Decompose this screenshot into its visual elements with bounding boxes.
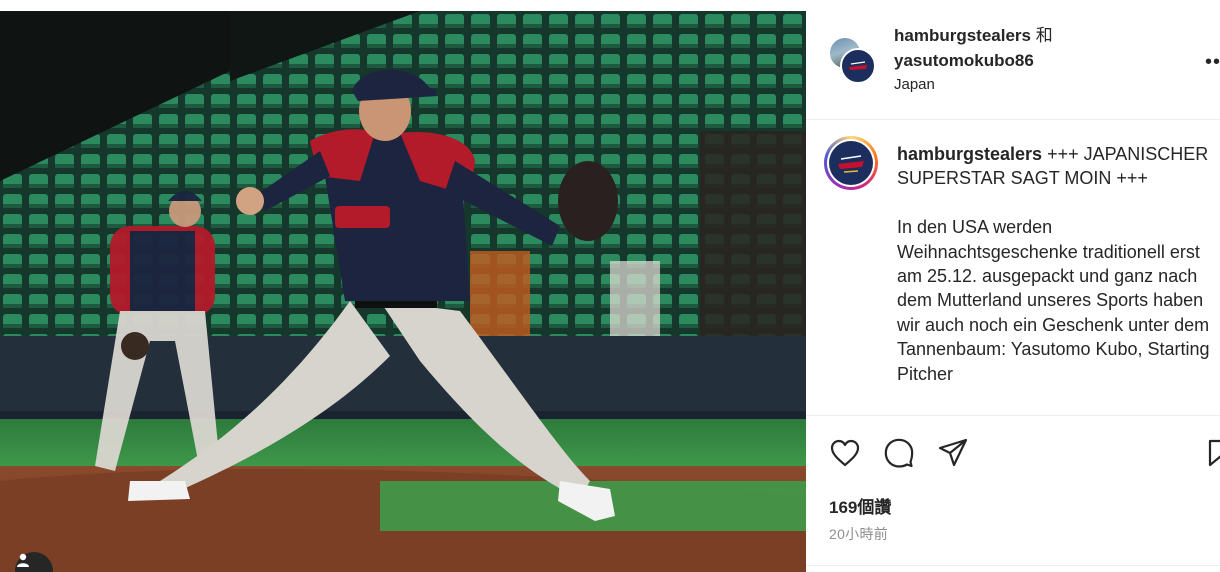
caption-body: +++ JAPANISCHER SUPERSTAR SAGT MOIN +++ … xyxy=(897,144,1210,384)
caption-username-link[interactable]: hamburgstealers xyxy=(897,144,1042,164)
caption-avatar[interactable] xyxy=(824,136,878,190)
post-header: hamburgstealers 和 yasutomokubo86 Japan •… xyxy=(806,11,1220,120)
save-button[interactable] xyxy=(1208,437,1220,469)
divider xyxy=(806,565,1220,566)
bookmark-icon xyxy=(1208,439,1220,467)
collab-avatars[interactable] xyxy=(828,36,878,86)
more-options-button[interactable]: •• xyxy=(1205,51,1220,74)
team-logo-icon xyxy=(835,147,867,179)
location-link[interactable]: Japan xyxy=(894,75,935,95)
divider xyxy=(806,415,1220,416)
share-button[interactable] xyxy=(937,437,969,469)
comment-icon xyxy=(884,438,914,468)
owner-avatar[interactable] xyxy=(840,48,876,84)
caption-text: hamburgstealers +++ JAPANISCHER SUPERSTA… xyxy=(897,142,1220,386)
comment-button[interactable] xyxy=(883,437,915,469)
heart-icon xyxy=(830,439,860,467)
baseball-photo-illustration xyxy=(0,11,806,572)
like-button[interactable] xyxy=(829,437,861,469)
collaborator-username-link[interactable]: yasutomokubo86 xyxy=(894,49,1034,73)
like-count[interactable]: 169個讚 xyxy=(829,493,891,518)
team-logo-icon xyxy=(847,55,869,77)
post-detail-panel: hamburgstealers 和 yasutomokubo86 Japan •… xyxy=(806,11,1220,572)
caption-area: hamburgstealers +++ JAPANISCHER SUPERSTA… xyxy=(806,121,1220,416)
post-timestamp[interactable]: 20小時前 xyxy=(829,524,888,544)
user-tag-icon xyxy=(17,553,29,567)
more-horizontal-icon: •• xyxy=(1205,51,1220,73)
collab-connector: 和 xyxy=(1035,26,1053,45)
owner-line: hamburgstealers 和 xyxy=(894,24,1053,48)
action-bar xyxy=(806,431,1220,475)
share-icon xyxy=(938,438,968,467)
post-photo[interactable] xyxy=(0,11,806,572)
owner-username-link[interactable]: hamburgstealers xyxy=(894,26,1031,45)
